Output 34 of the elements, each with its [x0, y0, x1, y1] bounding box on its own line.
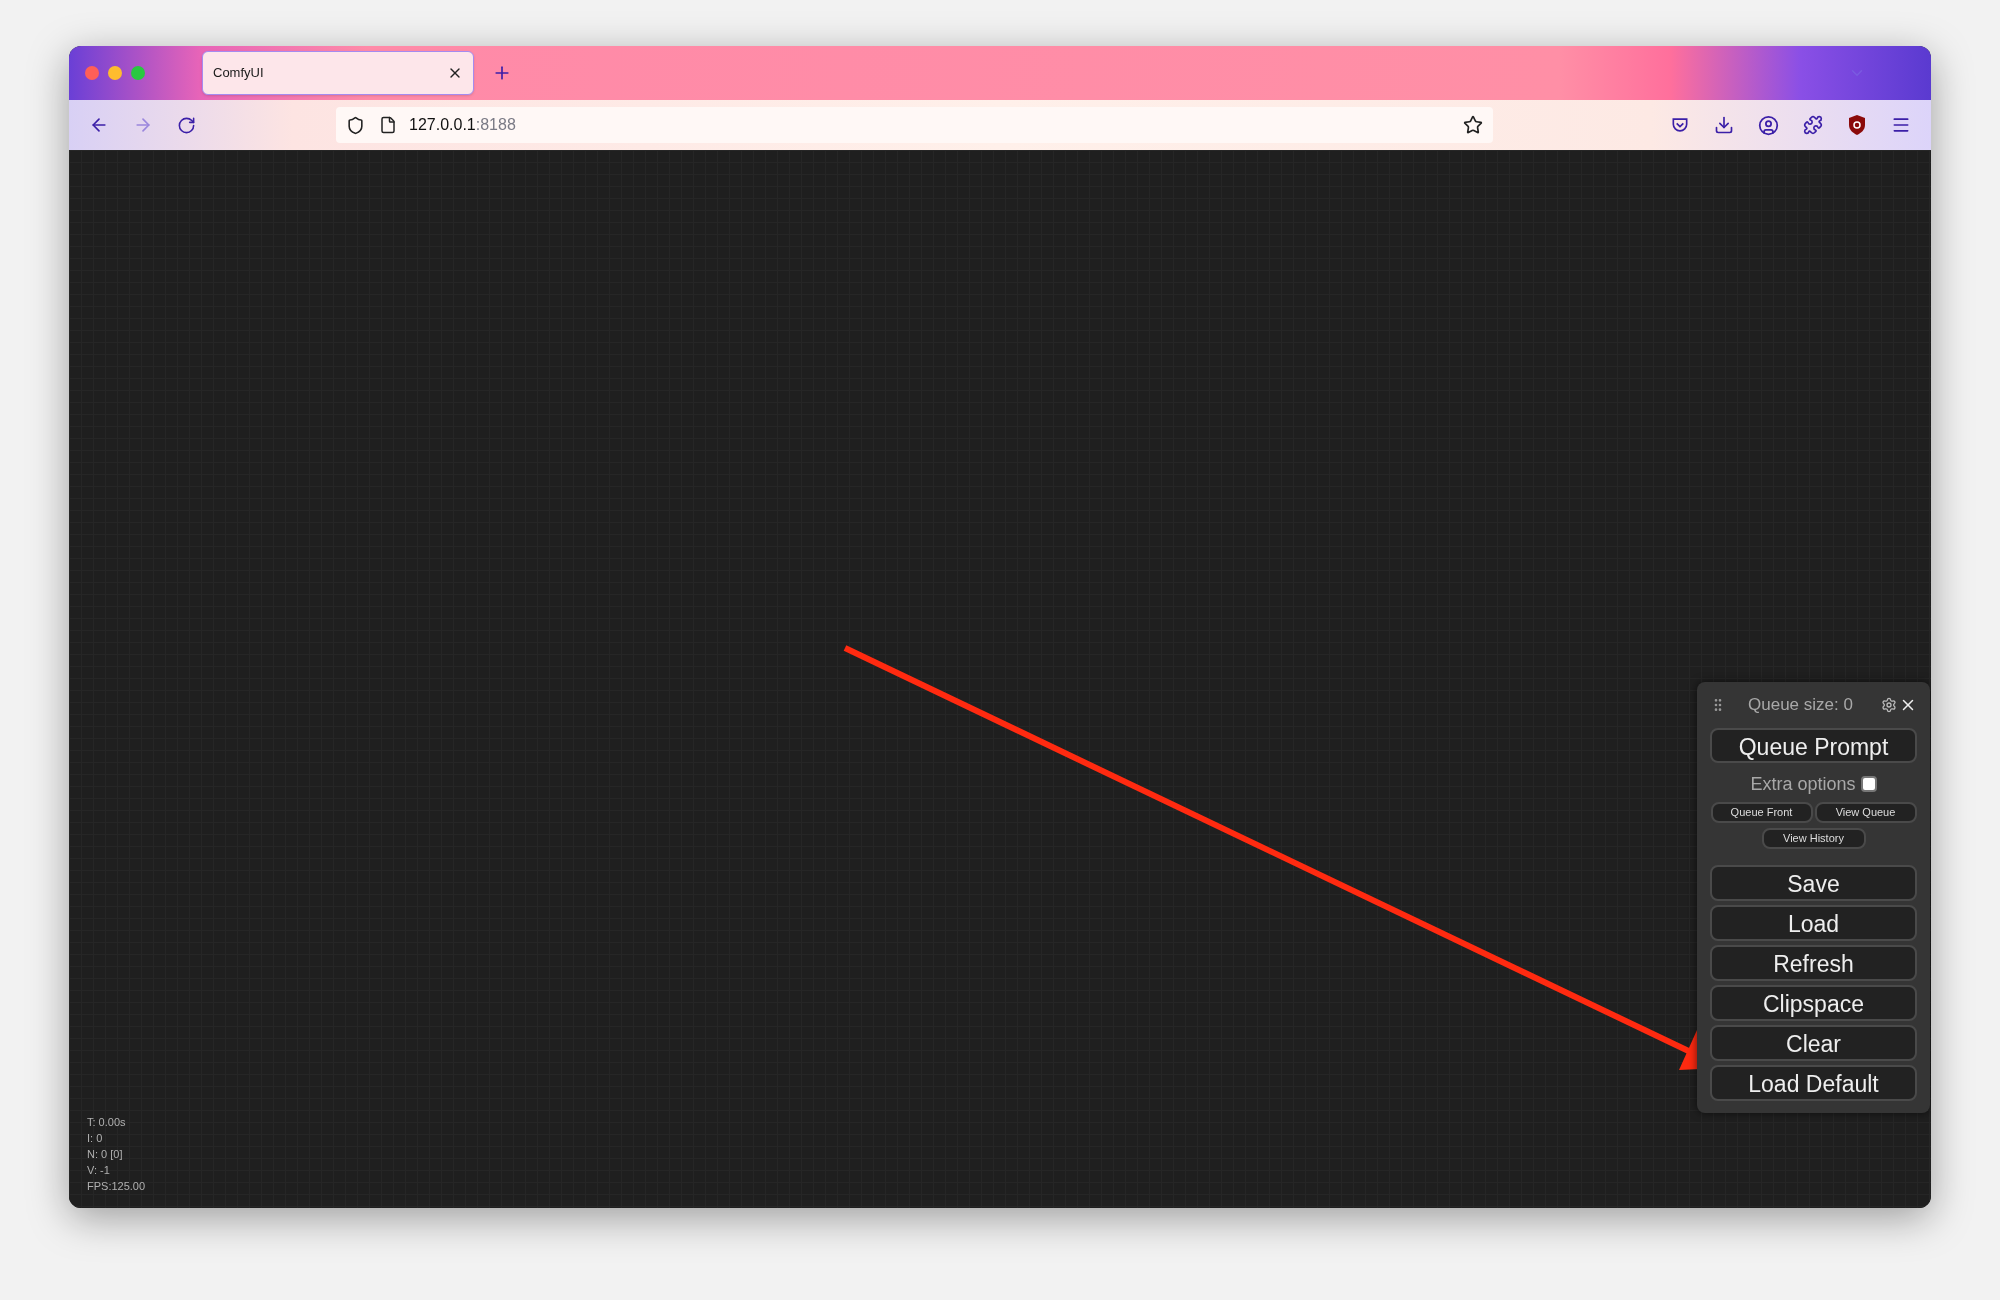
menu-button[interactable]: Clear	[1710, 1024, 1917, 1061]
queue-prompt-button[interactable]: Queue Prompt	[1710, 727, 1917, 763]
node-canvas[interactable]: T: 0.00s I: 0 N: 0 [0] V: -1 FPS:125.00 Queue size: 0 Queue Prompt Extra options Queue Front View Queue View History Save Load Refresh Clipspace Clear Load Default	[69, 150, 1931, 1208]
extra-options-label: Extra options	[1750, 772, 1856, 796]
menu-button[interactable]: Load Default	[1710, 1064, 1917, 1101]
tab-title: ComfyUI	[213, 64, 264, 83]
reload-icon[interactable]	[177, 115, 196, 135]
extensions-icon[interactable]	[1803, 115, 1823, 135]
extra-options-checkbox[interactable]	[1860, 776, 1877, 792]
address-bar[interactable]: 127.0.0.1:8188	[336, 107, 1493, 143]
stats-text: FPS:125.00	[87, 1179, 146, 1194]
shield-icon[interactable]	[346, 115, 365, 135]
settings-icon[interactable]	[1881, 696, 1897, 713]
bookmark-star-icon[interactable]	[1463, 115, 1483, 135]
menu-button[interactable]: Refresh	[1710, 944, 1917, 981]
url-text: 127.0.0.1:8188	[409, 115, 516, 135]
small-button[interactable]: View History	[1761, 827, 1866, 849]
small-button[interactable]: View Queue	[1814, 801, 1917, 823]
menu-button[interactable]: Load	[1710, 904, 1917, 941]
stats-text: V: -1	[87, 1163, 111, 1178]
pocket-icon[interactable]	[1670, 115, 1690, 135]
download-icon[interactable]	[1714, 115, 1734, 135]
small-button[interactable]: Queue Front	[1710, 801, 1813, 823]
stats-text: T: 0.00s	[87, 1115, 127, 1130]
shield-badge-icon[interactable]	[1847, 114, 1867, 136]
menu-button[interactable]: Clipspace	[1710, 984, 1917, 1021]
stats-text: N: 0 [0]	[87, 1147, 124, 1162]
menu-icon[interactable]	[1891, 115, 1911, 135]
menu-button[interactable]: Save	[1710, 864, 1917, 901]
queue-size-text: Queue size: 0	[1748, 694, 1853, 716]
page-icon[interactable]	[379, 116, 397, 134]
stats-text: I: 0	[87, 1131, 104, 1146]
account-icon[interactable]	[1758, 114, 1779, 136]
browser-tab[interactable]: ComfyUI	[202, 51, 474, 95]
